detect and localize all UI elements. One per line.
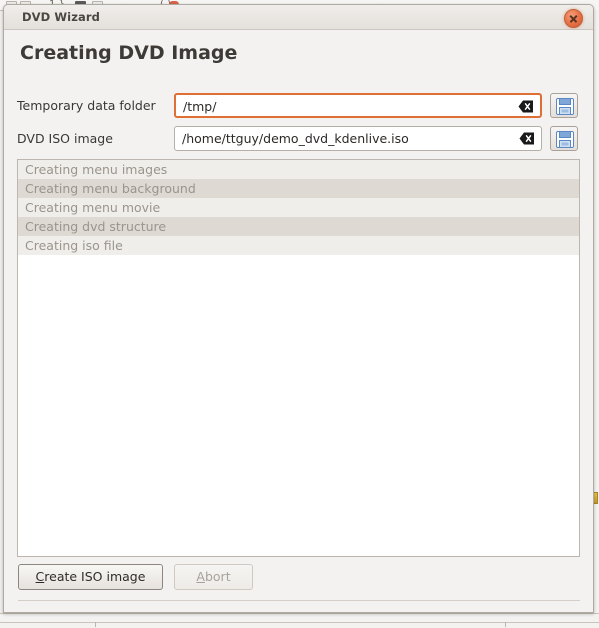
- temporary-data-folder-row: Temporary data folder /tmp/: [17, 93, 580, 119]
- create-iso-image-button[interactable]: Create ISO image: [18, 564, 163, 590]
- footer-separator: [18, 600, 580, 601]
- dvd-iso-image-label: DVD ISO image: [17, 131, 113, 146]
- temporary-data-folder-input[interactable]: /tmp/: [174, 93, 542, 118]
- background-window-divider: [0, 622, 599, 623]
- list-item[interactable]: Creating dvd structure: [18, 217, 579, 236]
- background-panel-separator: [95, 622, 96, 627]
- save-disk-icon: [556, 98, 574, 115]
- list-item[interactable]: Creating menu background: [18, 179, 579, 198]
- list-item[interactable]: Creating menu images: [18, 160, 579, 179]
- save-disk-icon: [556, 131, 574, 148]
- temporary-data-folder-label: Temporary data folder: [17, 98, 156, 113]
- background-panel-separator: [505, 622, 506, 627]
- abort-button: Abort: [174, 564, 253, 590]
- dvd-iso-image-input[interactable]: /home/ttguy/demo_dvd_kdenlive.iso: [174, 126, 542, 151]
- browse-iso-file-button[interactable]: [550, 126, 578, 151]
- window-title: DVD Wizard: [22, 10, 100, 24]
- dvd-iso-image-value: /home/ttguy/demo_dvd_kdenlive.iso: [182, 130, 409, 148]
- list-item[interactable]: Creating iso file: [18, 236, 579, 255]
- dvd-wizard-dialog: DVD Wizard Creating DVD Image Temporary …: [3, 4, 594, 613]
- clear-text-icon[interactable]: [519, 132, 535, 145]
- clear-text-icon[interactable]: [518, 100, 534, 113]
- dialog-content: Creating DVD Image Temporary data folder…: [4, 30, 593, 612]
- titlebar: DVD Wizard: [4, 5, 593, 30]
- temporary-data-folder-value: /tmp/: [183, 98, 216, 116]
- page-title: Creating DVD Image: [20, 42, 237, 64]
- dvd-iso-image-row: DVD ISO image /home/ttguy/demo_dvd_kdenl…: [17, 126, 580, 152]
- list-item[interactable]: Creating menu movie: [18, 198, 579, 217]
- close-icon[interactable]: [564, 9, 583, 28]
- background-window-bottom-panel: [0, 613, 599, 628]
- progress-list[interactable]: Creating menu images Creating menu backg…: [17, 159, 580, 557]
- browse-temporary-folder-button[interactable]: [550, 93, 578, 118]
